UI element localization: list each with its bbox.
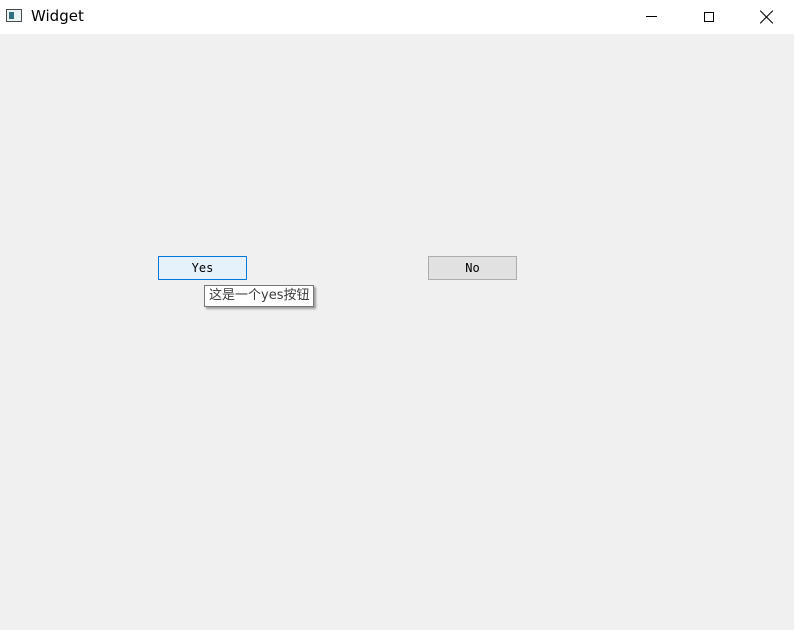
close-button[interactable] xyxy=(738,0,794,33)
close-icon xyxy=(760,10,774,24)
app-window-icon xyxy=(6,9,22,22)
maximize-button[interactable] xyxy=(680,0,738,33)
window-title: Widget xyxy=(31,7,84,25)
no-button[interactable]: No xyxy=(428,256,517,280)
minimize-button[interactable] xyxy=(622,0,680,33)
maximize-icon xyxy=(704,11,714,22)
widget-client-area: Yes No 这是一个yes按钮 xyxy=(0,34,794,630)
yes-button-tooltip: 这是一个yes按钮 xyxy=(204,285,315,307)
title-bar[interactable]: Widget xyxy=(0,0,794,34)
yes-button[interactable]: Yes xyxy=(158,256,247,280)
minimize-icon xyxy=(645,16,657,17)
